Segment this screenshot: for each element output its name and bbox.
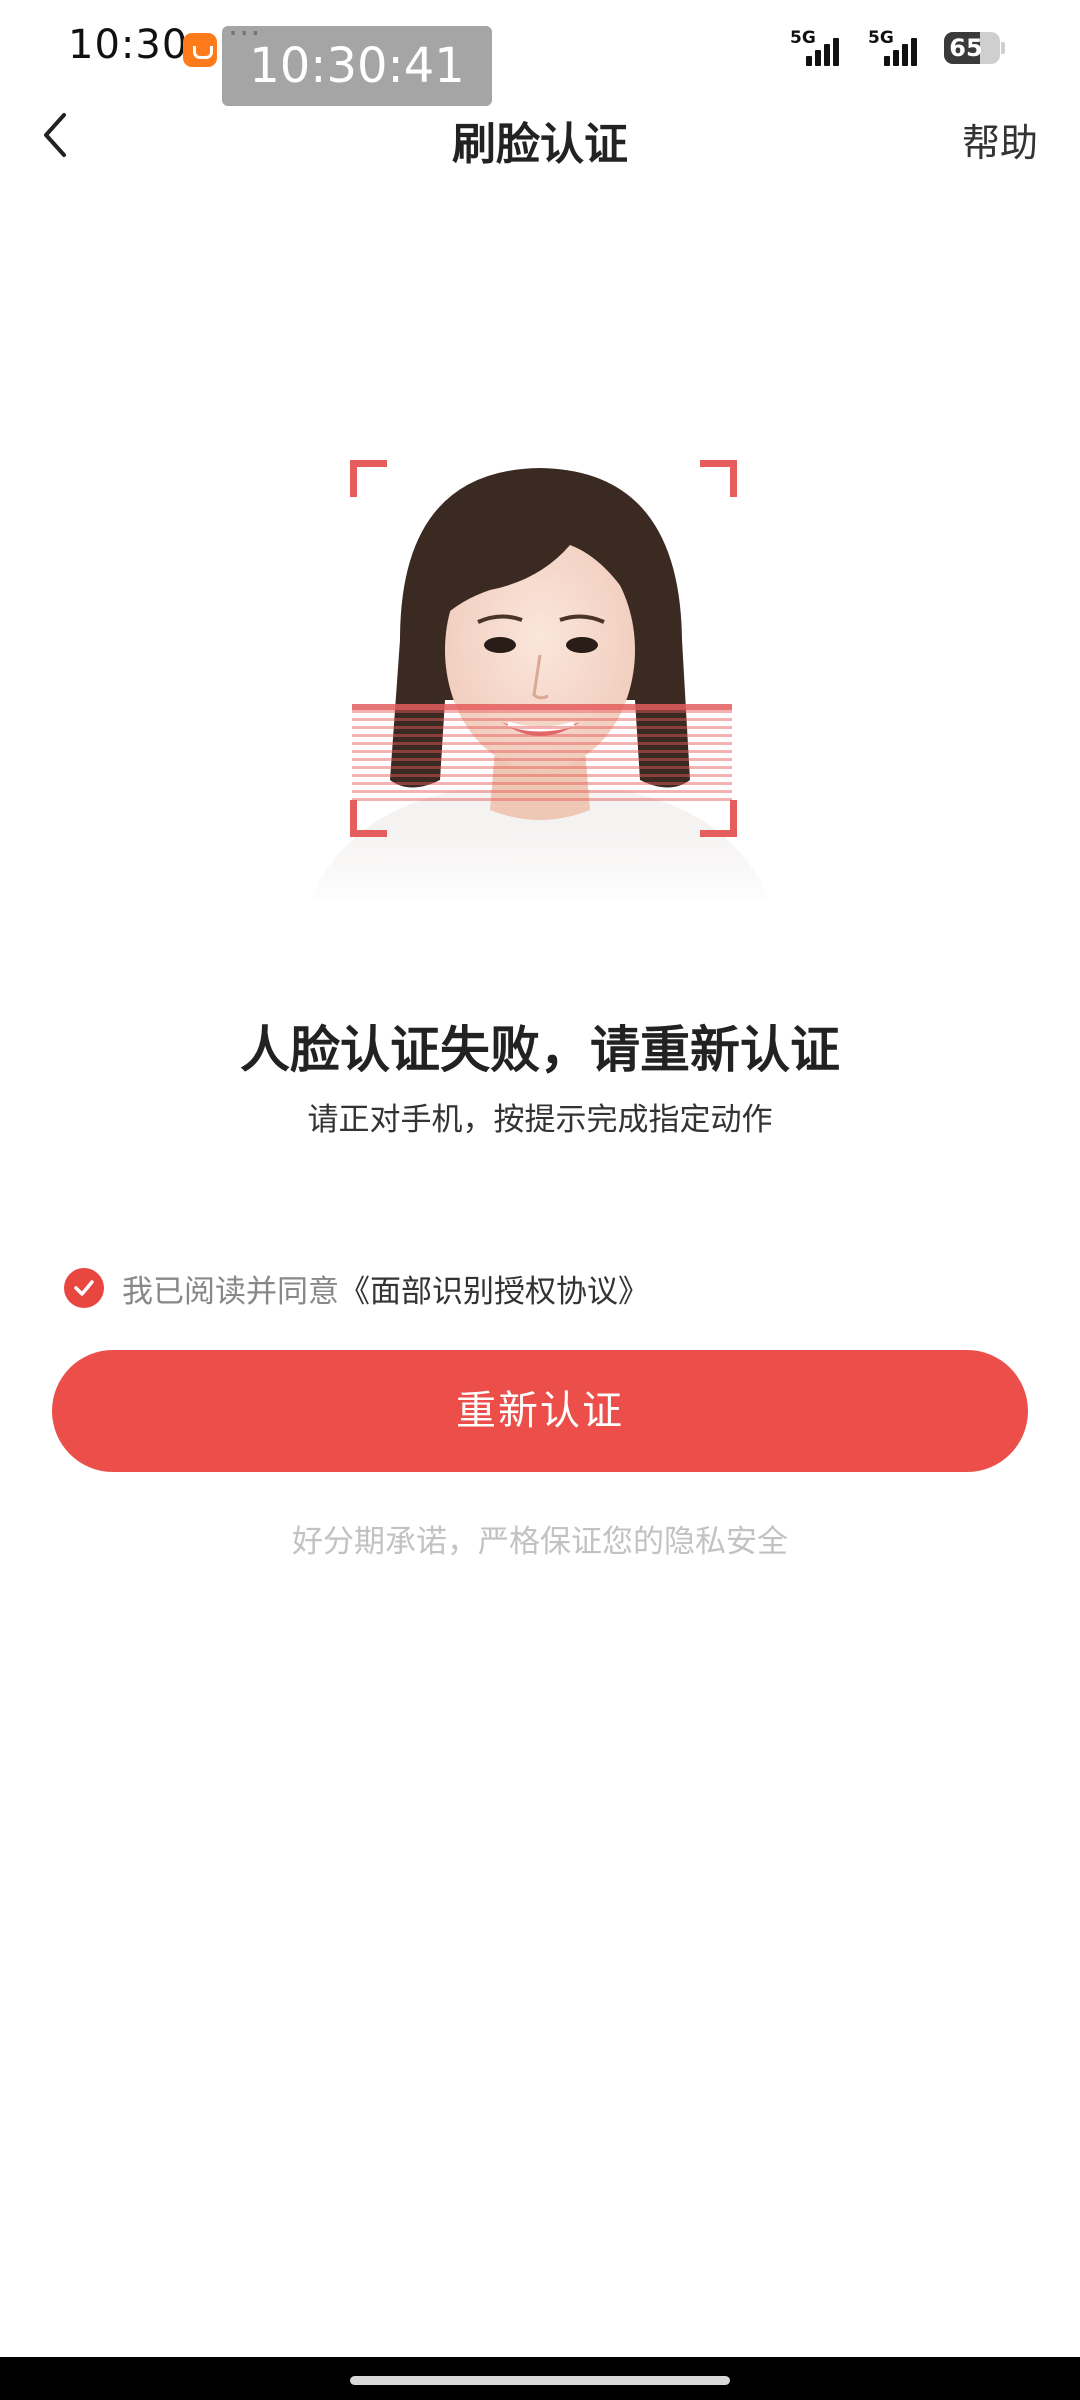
failure-message: 人脸认证失败，请重新认证 (240, 1021, 840, 1079)
face-scan-illustration (290, 450, 790, 910)
scan-frame-corner (700, 800, 737, 837)
signal-bar (806, 56, 812, 66)
privacy-note: 好分期承诺，严格保证您的隐私安全 (292, 1524, 788, 1560)
scan-line (352, 704, 732, 802)
signal-icon-sim2: 5G (868, 28, 924, 68)
face-illustration-icon (290, 468, 790, 910)
scan-frame-corner (700, 460, 737, 497)
page-title: 刷脸认证 (452, 119, 628, 170)
signal-bar (833, 38, 839, 66)
shopping-bag-icon (183, 33, 217, 67)
signal-bar (911, 38, 917, 66)
agreement-label: 我已阅读并同意 (122, 1273, 339, 1310)
battery-icon: 65 (944, 32, 1000, 64)
timer-overlay: 10:30:41 (222, 26, 492, 106)
help-link[interactable]: 帮助 (962, 112, 1038, 167)
retry-verification-button[interactable]: 重新认证 (52, 1350, 1028, 1472)
signal-icon-sim1: 5G (790, 28, 846, 68)
signal-bar (815, 50, 821, 66)
agreement-link[interactable]: 《面部识别授权协议》 (339, 1266, 649, 1311)
face-verification-screen: 10:30 ··· 5G 5G 65 10:30:41 刷脸认证 帮助 (0, 0, 1080, 2400)
battery-tip (1001, 42, 1005, 54)
status-time: 10:30 (68, 22, 189, 68)
status-bar: 10:30 ··· 5G 5G 65 (0, 0, 1080, 100)
signal-bar (884, 56, 890, 66)
signal-bar (902, 44, 908, 66)
network-type-label: 5G (868, 28, 894, 48)
signal-bar (893, 50, 899, 66)
signal-bar (824, 44, 830, 66)
scan-frame-corner (350, 800, 387, 837)
battery-level: 65 (949, 34, 983, 62)
scan-frame-corner (350, 460, 387, 497)
agreement-row: 我已阅读并同意 《面部识别授权协议》 (64, 1266, 649, 1310)
agreement-checkbox[interactable] (64, 1268, 104, 1308)
network-type-label: 5G (790, 28, 816, 48)
home-indicator[interactable] (350, 2376, 730, 2385)
instruction-text: 请正对手机，按提示完成指定动作 (307, 1102, 773, 1138)
check-icon (74, 1280, 94, 1296)
